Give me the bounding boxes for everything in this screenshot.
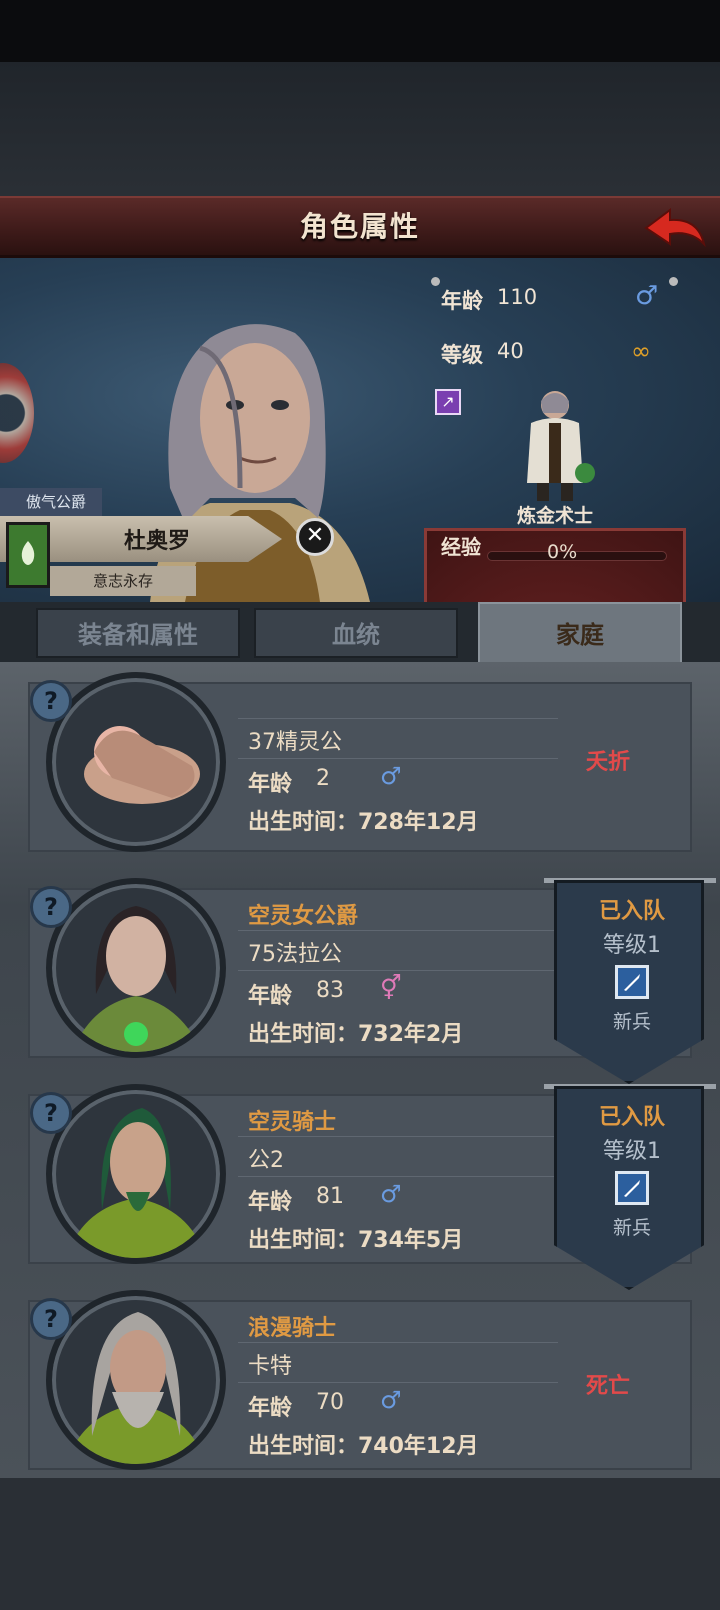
member-age: 70	[316, 1390, 344, 1415]
divider	[238, 1176, 558, 1177]
level-value: 40	[497, 339, 524, 363]
family-member-card[interactable]: ? 空灵骑士 公2 年龄 81 ♂ 出生时间：734年5月 已入队 等级1 新兵	[28, 1084, 716, 1290]
class-name: 炼金术士	[516, 505, 593, 527]
male-icon: ♂	[380, 1180, 402, 1208]
title-bar: 角色属性	[0, 196, 720, 258]
female-icon: ⚥	[380, 974, 402, 1002]
family-member-card[interactable]: ? 浪漫骑士 卡特 年龄 70 ♂ 出生时间：740年12月 死亡	[28, 1290, 692, 1478]
member-portrait	[46, 1084, 226, 1264]
age-label: 年龄	[248, 772, 293, 797]
alchemist-figure	[527, 391, 595, 501]
male-icon: ♂	[635, 281, 659, 311]
class-skill-icon[interactable]: ↗	[435, 389, 461, 415]
age-label: 年龄	[441, 289, 483, 313]
member-birth: 出生时间：740年12月	[248, 1434, 479, 1459]
member-portrait	[46, 1290, 226, 1470]
member-rank: 新兵	[612, 1217, 651, 1239]
exp-percent: 0%	[547, 541, 578, 563]
age-label: 年龄	[248, 1190, 293, 1215]
status-label: 夭折	[585, 750, 630, 775]
member-birth: 出生时间：728年12月	[248, 810, 479, 835]
member-rank: 新兵	[612, 1011, 651, 1033]
recruit-sword-icon	[615, 965, 649, 999]
marriage-rings-icon: ∞	[631, 337, 651, 365]
family-list: ? 37精灵公 年龄 2 ♂ 出生时间：728年12月 夭折 ? 空灵女公爵 7…	[0, 662, 720, 1478]
back-arrow-icon[interactable]	[640, 204, 710, 252]
age-label: 年龄	[248, 984, 293, 1009]
recruit-sword-icon	[615, 1171, 649, 1205]
joined-label: 已入队	[598, 899, 665, 924]
tab-bloodline[interactable]: 血统	[254, 608, 458, 658]
member-birth: 出生时间：734年5月	[248, 1228, 464, 1253]
male-icon: ♂	[380, 762, 402, 790]
close-icon[interactable]: ✕	[296, 518, 334, 556]
stat-panel-content: 年龄 110 ♂ 等级 40 ∞ ↗ 炼金术士 经验 0%	[427, 273, 683, 593]
divider	[238, 1382, 558, 1383]
member-name: 卡特	[248, 1354, 293, 1379]
member-title: 空灵女公爵	[248, 904, 359, 929]
member-birth: 出生时间：732年2月	[248, 1022, 464, 1047]
member-name: 75法拉公	[248, 942, 342, 967]
divider	[238, 1342, 558, 1343]
pin	[431, 277, 440, 286]
game-screen: 角色属性 年龄 110 ♂ 等级 40 ∞ ↗ 炼金术士 经验 0% 傲气公爵 …	[0, 0, 720, 1610]
member-title: 空灵骑士	[248, 1110, 337, 1135]
page-title: 角色属性	[299, 210, 420, 243]
tab-equipment[interactable]: 装备和属性	[36, 608, 240, 658]
member-level: 等级1	[603, 1139, 661, 1164]
divider	[238, 1136, 558, 1137]
age-label: 年龄	[248, 1396, 293, 1421]
hero-name: 杜奥罗	[124, 529, 191, 554]
age-value: 110	[497, 285, 538, 309]
divider	[238, 718, 558, 719]
side-medallion[interactable]	[0, 363, 34, 463]
help-icon[interactable]: ?	[30, 1298, 72, 1340]
level-label: 等级	[441, 343, 483, 367]
family-member-card[interactable]: ? 空灵女公爵 75法拉公 年龄 83 ⚥ 出生时间：732年2月 已入队 等级…	[28, 878, 716, 1084]
help-icon[interactable]: ?	[30, 680, 72, 722]
member-name: 公2	[248, 1148, 284, 1173]
exp-label: 经验	[441, 535, 481, 559]
family-member-card[interactable]: ? 37精灵公 年龄 2 ♂ 出生时间：728年12月 夭折	[28, 672, 692, 870]
hero-motto: 意志永存	[50, 566, 196, 596]
joined-label: 已入队	[598, 1105, 665, 1130]
help-icon[interactable]: ?	[30, 1092, 72, 1134]
member-title: 浪漫骑士	[248, 1316, 337, 1341]
clan-banner-icon[interactable]	[6, 522, 50, 588]
divider	[238, 930, 558, 931]
divider	[238, 758, 558, 759]
member-age: 81	[316, 1184, 344, 1209]
member-age: 83	[316, 978, 344, 1003]
member-portrait	[46, 878, 226, 1058]
male-icon: ♂	[380, 1386, 402, 1414]
divider	[238, 970, 558, 971]
status-label: 死亡	[585, 1374, 630, 1399]
member-name: 37精灵公	[248, 730, 342, 755]
tab-family[interactable]: 家庭	[478, 602, 682, 664]
member-portrait	[46, 672, 226, 852]
member-level: 等级1	[603, 933, 661, 958]
tab-bar: 装备和属性 血统 家庭	[0, 602, 720, 664]
help-icon[interactable]: ?	[30, 886, 72, 928]
member-age: 2	[316, 766, 330, 791]
hero-title: 傲气公爵	[0, 488, 102, 516]
pin	[669, 277, 678, 286]
bottom-band	[0, 1478, 720, 1610]
